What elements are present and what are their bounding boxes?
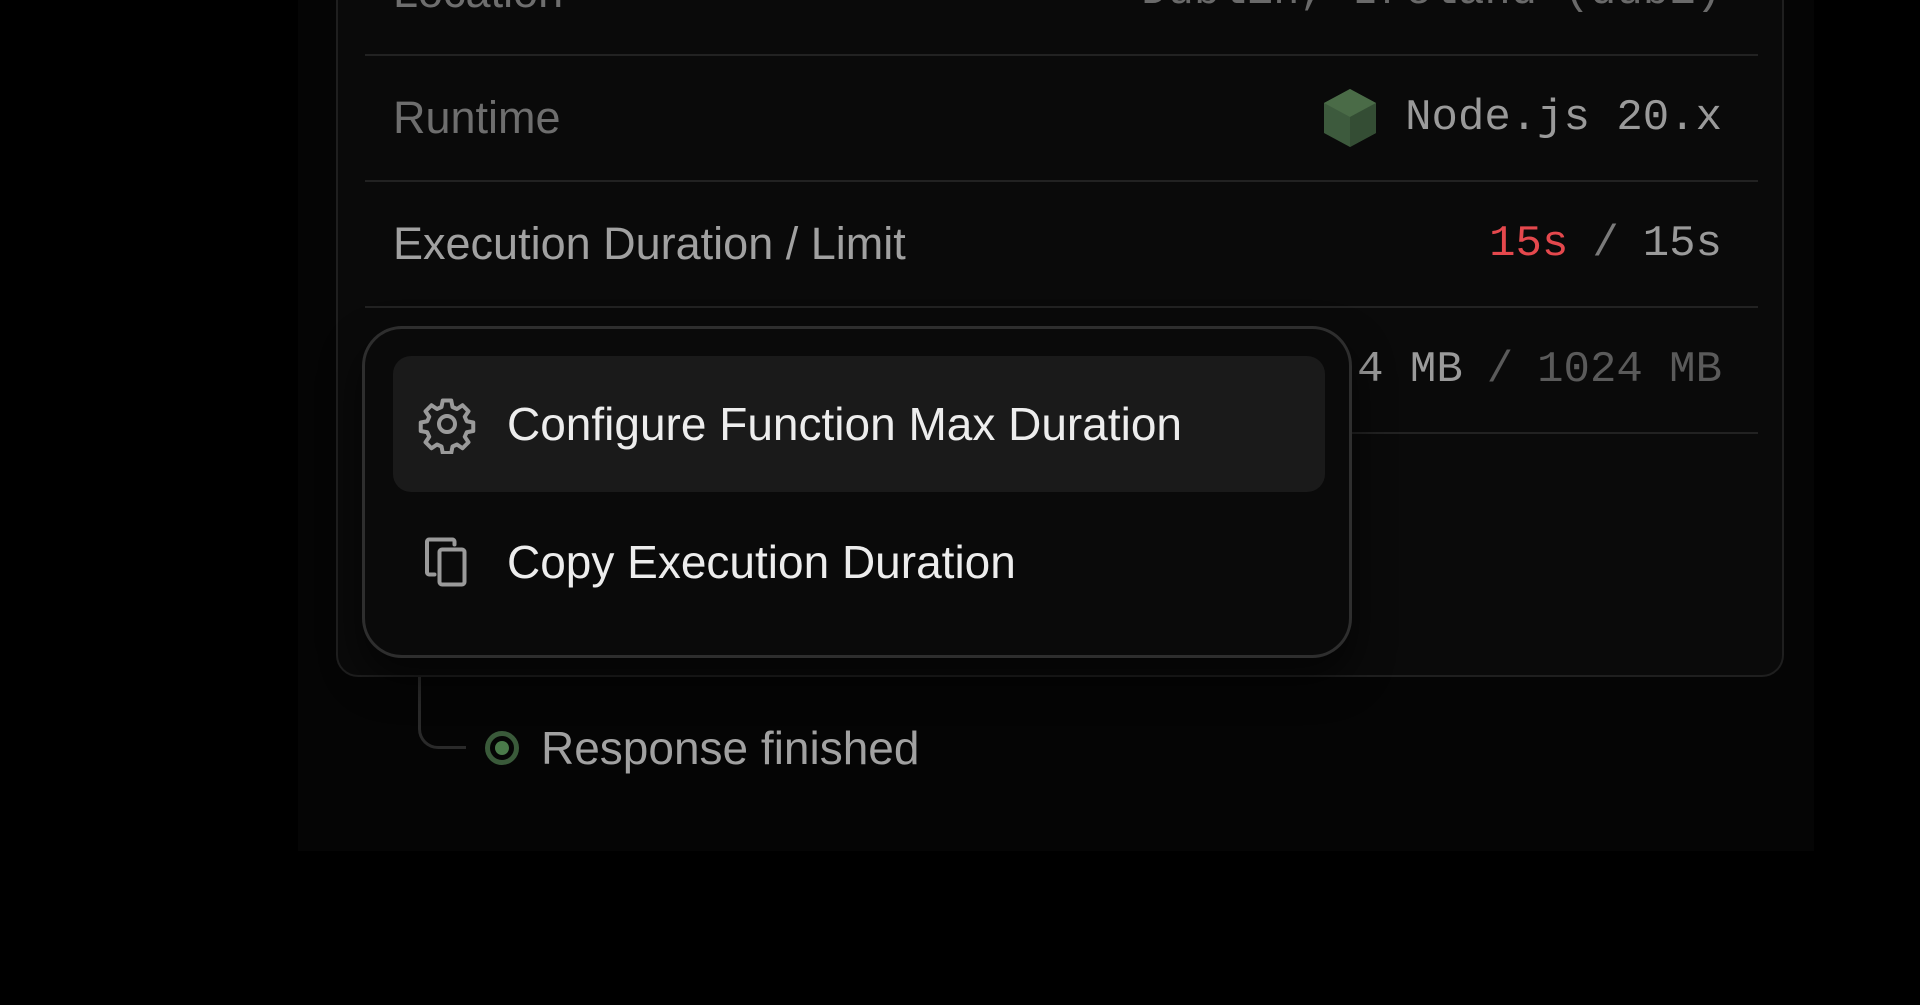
- menu-item-copy-execution-duration[interactable]: Copy Execution Duration: [393, 494, 1325, 630]
- copy-icon: [425, 537, 467, 587]
- response-status: Response finished: [485, 718, 919, 778]
- memory-limit: 1024 MB: [1537, 345, 1722, 395]
- menu-item-configure-max-duration[interactable]: Configure Function Max Duration: [393, 356, 1325, 492]
- execution-duration-label: Execution Duration / Limit: [393, 218, 906, 269]
- execution-duration-limit: 15s: [1642, 219, 1722, 269]
- context-menu: Configure Function Max Duration Copy Exe…: [362, 326, 1352, 658]
- detail-row-execution-duration[interactable]: Execution Duration / Limit 15s / 15s: [365, 182, 1758, 308]
- response-status-text: Response finished: [541, 722, 920, 774]
- menu-item-label: Configure Function Max Duration: [507, 398, 1182, 450]
- runtime-value: Node.js 20.x: [1405, 93, 1722, 143]
- execution-duration-separator: /: [1592, 219, 1619, 269]
- detail-row-location: Location Dublin, Ireland (dub1): [365, 0, 1758, 56]
- runtime-label: Runtime: [393, 92, 561, 143]
- nodejs-hexagon-icon: [1324, 89, 1377, 147]
- location-value: Dublin, Ireland (dub1): [1141, 0, 1722, 17]
- menu-item-label: Copy Execution Duration: [507, 536, 1016, 588]
- gear-icon: [418, 398, 476, 454]
- execution-duration-value: 15s: [1489, 219, 1569, 269]
- location-label: Location: [393, 0, 563, 18]
- runtime-value-group: Node.js 20.x: [1321, 87, 1722, 149]
- status-dot-icon: [485, 731, 519, 765]
- execution-duration-value-group: 15s / 15s: [1489, 219, 1722, 269]
- tree-connector-line: [418, 677, 466, 749]
- memory-value: 4 MB: [1357, 345, 1463, 395]
- memory-value-group: 4 MB / 1024 MB: [1357, 345, 1722, 395]
- detail-row-runtime: Runtime Node.js 20.x: [365, 56, 1758, 182]
- memory-separator: /: [1486, 345, 1514, 395]
